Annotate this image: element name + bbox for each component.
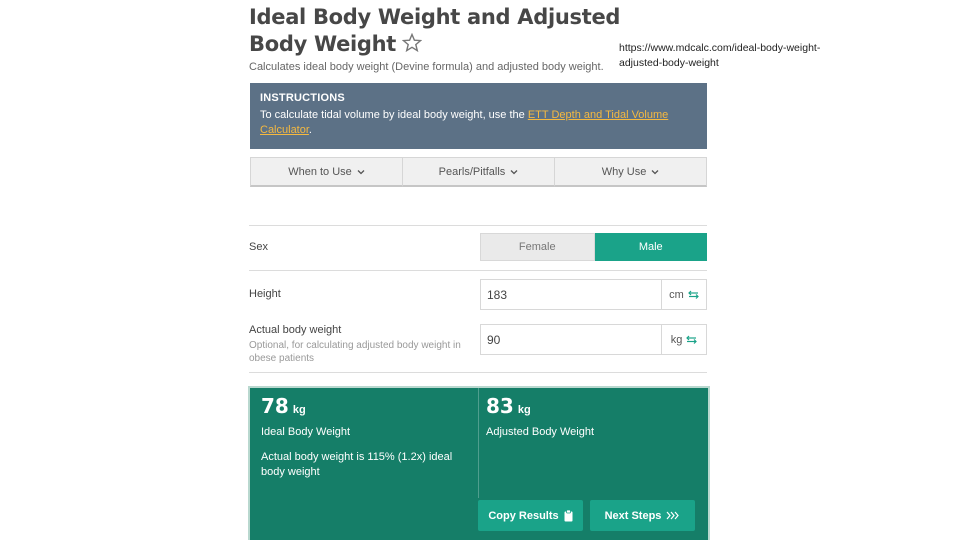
sex-toggle: Female Male <box>480 233 707 261</box>
tab-when-to-use[interactable]: When to Use <box>250 157 403 187</box>
star-favorite-icon[interactable] <box>402 33 423 53</box>
weight-unit-toggle[interactable]: kg <box>662 324 707 355</box>
instructions-text-after: . <box>308 124 312 136</box>
next-steps-label: Next Steps <box>604 509 662 522</box>
chevron-down-icon <box>510 169 518 174</box>
chevrons-right-icon <box>666 511 680 520</box>
chevron-down-icon <box>651 169 659 174</box>
ideal-weight-label: Ideal Body Weight <box>261 426 351 438</box>
instructions-heading: INSTRUCTIONS <box>260 92 345 104</box>
swap-arrows-icon <box>687 290 699 299</box>
ideal-weight-result: 78 kg Ideal Body Weight Actual body weigh… <box>261 394 461 504</box>
results-divider <box>478 388 479 498</box>
weight-unit-label: kg <box>670 333 683 346</box>
instructions-text-before: To calculate tidal volume by ideal body … <box>260 109 528 121</box>
height-unit-toggle[interactable]: cm <box>662 279 707 310</box>
sex-label: Sex <box>249 241 268 253</box>
height-input[interactable]: 183 <box>480 279 662 310</box>
weight-input-group: 90 kg <box>480 324 707 355</box>
clipboard-icon <box>564 509 573 521</box>
tab-pearls-pitfalls[interactable]: Pearls/Pitfalls <box>403 157 555 187</box>
page-title: Ideal Body Weight and Adjusted Body Weig… <box>249 4 669 58</box>
page-title-text: Ideal Body Weight and Adjusted Body Weig… <box>249 5 621 56</box>
info-tabs: When to Use Pearls/Pitfalls Why Use <box>250 157 707 187</box>
tab-label: When to Use <box>288 165 352 178</box>
divider <box>249 225 707 226</box>
instructions-panel: INSTRUCTIONS To calculate tidal volume b… <box>250 83 707 149</box>
weight-label: Actual body weight <box>249 324 342 336</box>
ideal-weight-unit: kg <box>292 404 306 416</box>
divider <box>249 372 707 373</box>
chevron-down-icon <box>357 169 365 174</box>
ideal-weight-note: Actual body weight is 115% (1.2x) ideal … <box>261 451 453 478</box>
adjusted-weight-value: 83 <box>486 394 514 418</box>
tab-label: Why Use <box>601 165 647 178</box>
copy-results-label: Copy Results <box>488 509 559 522</box>
adjusted-weight-label: Adjusted Body Weight <box>486 426 595 438</box>
swap-arrows-icon <box>686 335 698 344</box>
adjusted-weight-unit: kg <box>517 404 531 416</box>
height-label: Height <box>249 288 281 300</box>
adjusted-weight-result: 83 kg Adjusted Body Weight <box>486 394 594 504</box>
adjusted-weight-value-row: 83 kg <box>486 394 594 418</box>
page-subtitle: Calculates ideal body weight (Devine for… <box>249 61 604 73</box>
next-steps-button[interactable]: Next Steps <box>590 500 695 531</box>
sex-option-male[interactable]: Male <box>594 233 707 261</box>
height-unit-label: cm <box>669 288 684 301</box>
instructions-text: To calculate tidal volume by ideal body … <box>260 108 697 138</box>
weight-input[interactable]: 90 <box>480 324 662 355</box>
divider <box>249 270 707 271</box>
tab-label: Pearls/Pitfalls <box>438 165 506 178</box>
source-url: https://www.mdcalc.com/ideal-body-weight… <box>619 42 821 69</box>
tab-why-use[interactable]: Why Use <box>555 157 707 187</box>
copy-results-button[interactable]: Copy Results <box>478 500 583 531</box>
ideal-weight-value-row: 78 kg <box>261 394 461 418</box>
ideal-weight-value: 78 <box>261 394 289 418</box>
weight-help-text: Optional, for calculating adjusted body … <box>249 340 461 364</box>
height-input-group: 183 cm <box>480 279 707 310</box>
sex-option-female[interactable]: Female <box>480 233 595 261</box>
results-panel: 78 kg Ideal Body Weight Actual body weigh… <box>250 388 708 540</box>
